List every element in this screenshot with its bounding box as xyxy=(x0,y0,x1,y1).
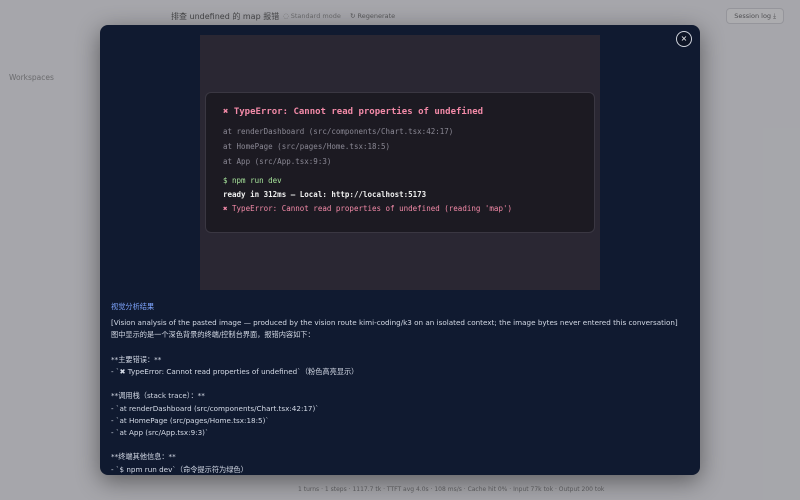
terminal-command: $ npm run dev xyxy=(223,176,282,185)
analysis-line: - `at renderDashboard (src/components/Ch… xyxy=(111,403,319,413)
analysis-line: - `at HomePage (src/pages/Home.tsx:18:5)… xyxy=(111,415,270,425)
analysis-line: - `✖ TypeError: Cannot read properties o… xyxy=(111,367,359,376)
terminal-error-line: ✖ TypeError: Cannot read properties of u… xyxy=(223,204,512,213)
analysis-line: **终端其他信息：** xyxy=(111,452,176,462)
vision-analysis-result: 视觉分析结果 [Vision analysis of the pasted im… xyxy=(111,301,691,475)
terminal-trace-line: at renderDashboard (src/components/Chart… xyxy=(223,127,454,136)
analysis-line: - `$ npm run dev`（命令提示符为绿色） xyxy=(111,464,248,474)
terminal-ready-line: ready in 312ms — Local: http://localhost… xyxy=(223,190,427,199)
pasted-image-preview: ✖ TypeError: Cannot read properties of u… xyxy=(200,35,600,290)
analysis-line: **主要错误：** xyxy=(111,354,162,364)
terminal-trace-line: at HomePage (src/pages/Home.tsx:18:5) xyxy=(223,142,391,151)
analysis-line: **调用栈（stack trace）：** xyxy=(111,391,205,401)
analysis-line: [Vision analysis of the pasted image — p… xyxy=(111,318,678,328)
image-analysis-modal: × ✖ TypeError: Cannot read properties of… xyxy=(100,25,700,475)
analysis-line: - `at App (src/App.tsx:9:3)` xyxy=(111,428,209,437)
analysis-line: 图中显示的是一个深色背景的终端/控制台界面，报错内容如下： xyxy=(111,330,315,340)
analysis-title: 视觉分析结果 xyxy=(111,302,155,311)
terminal-screenshot: ✖ TypeError: Cannot read properties of u… xyxy=(205,92,595,233)
close-button[interactable]: × xyxy=(676,31,692,47)
terminal-trace-line: at App (src/App.tsx:9:3) xyxy=(223,157,332,166)
terminal-error-title: ✖ TypeError: Cannot read properties of u… xyxy=(223,107,484,117)
